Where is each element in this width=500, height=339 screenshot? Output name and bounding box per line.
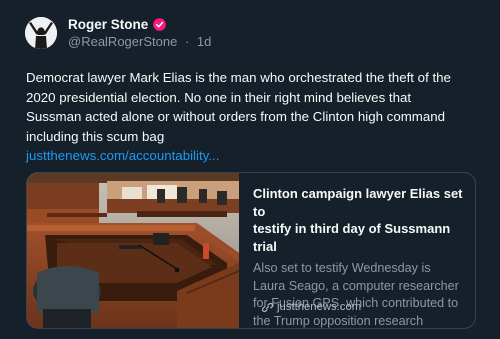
tweet-line: Democrat lawyer Mark Elias is the man wh… — [26, 70, 451, 85]
tweet-link[interactable]: justthenews.com/accountability... — [26, 148, 219, 163]
card-title-line: testify in third day of Sussmann trial — [253, 221, 451, 254]
tweet-line: 2020 presidential election. No one in th… — [26, 89, 412, 105]
author-name-row: Roger Stone — [68, 15, 167, 33]
post-age[interactable]: 1d — [197, 34, 211, 49]
card-desc-line: Also set to testify Wednesday is — [253, 261, 431, 275]
verified-badge-icon — [153, 17, 167, 31]
courtroom-witness-stand-icon — [27, 173, 239, 328]
card-desc-line: Laura Seago, a computer researcher — [253, 278, 459, 293]
tweet-line: including this scum bag — [26, 128, 165, 144]
author-meta: @RealRogerStone · 1d — [68, 34, 211, 49]
tweet-text: Democrat lawyer Mark Elias is the man wh… — [26, 68, 486, 166]
card-desc-line: the Trump opposition research — [253, 313, 424, 328]
card-image[interactable] — [27, 173, 239, 328]
meta-separator: · — [184, 34, 190, 49]
tweet-line: Sussman acted alone or without orders fr… — [26, 109, 446, 124]
link-preview-card[interactable]: Clinton campaign lawyer Elias set to tes… — [26, 172, 476, 329]
link-icon — [262, 302, 273, 312]
card-description: Also set to testify Wednesday is Laura S… — [253, 260, 465, 328]
author-handle[interactable]: @RealRogerStone — [68, 34, 177, 49]
author-display-name[interactable]: Roger Stone — [68, 17, 148, 32]
card-domain-text: justthenews.com — [277, 301, 362, 313]
card-title-line: Clinton campaign lawyer Elias set to — [253, 186, 463, 219]
avatar[interactable] — [25, 17, 57, 49]
card-domain[interactable]: justthenews.com — [262, 301, 361, 313]
card-title[interactable]: Clinton campaign lawyer Elias set to tes… — [253, 185, 465, 255]
raised-arms-figure-icon — [25, 17, 57, 49]
